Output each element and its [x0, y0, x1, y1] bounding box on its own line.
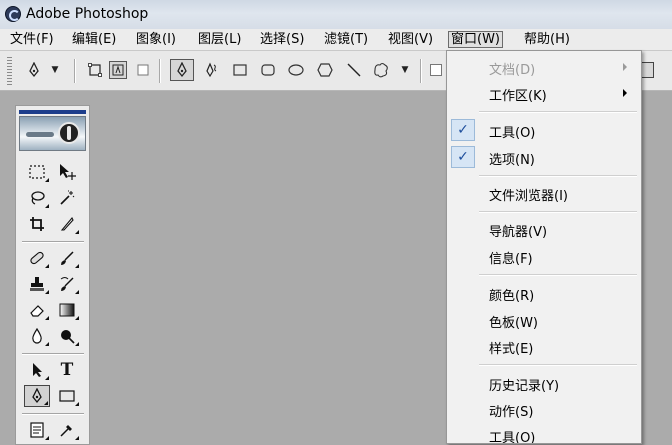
checkmark-icon: ✓ — [451, 119, 475, 141]
rectangle-tool-icon[interactable] — [54, 385, 80, 407]
blur-tool-icon[interactable] — [24, 325, 50, 347]
fill-pixels-icon[interactable] — [134, 61, 152, 79]
menu-item-tools[interactable]: ✓ 工具(O) — [447, 118, 641, 142]
menu-bar: 文件(F) 编辑(E) 图象(I) 图层(L) 选择(S) 滤镜(T) 视图(V… — [0, 29, 672, 51]
options-bar-grip[interactable] — [7, 57, 12, 85]
history-brush-tool-icon[interactable] — [54, 273, 80, 295]
menu-separator — [479, 211, 637, 212]
toolbox-divider — [22, 353, 84, 354]
separator — [159, 59, 160, 83]
crop-tool-icon[interactable] — [24, 213, 50, 235]
lasso-tool-icon[interactable] — [24, 187, 50, 209]
menu-item-actions[interactable]: 动作(S) — [447, 397, 641, 421]
polygon-icon[interactable] — [316, 61, 334, 79]
menu-item-label: 工作区(K) — [489, 89, 547, 104]
toolbox-title-bar[interactable] — [19, 110, 86, 114]
menu-item-swatches[interactable]: 色板(W) — [447, 308, 641, 332]
menu-item-styles[interactable]: 样式(E) — [447, 334, 641, 358]
pen-tool-icon[interactable] — [25, 61, 43, 79]
menu-item-label: 文档(D) — [489, 63, 536, 78]
toolbox-divider — [22, 241, 84, 242]
gradient-tool-icon[interactable] — [54, 299, 80, 321]
menu-item-label: 历史记录(Y) — [489, 379, 560, 394]
menu-item-label: 文件浏览器(I) — [489, 189, 568, 204]
menu-item-label: 选项(N) — [489, 153, 535, 168]
menu-filter[interactable]: 滤镜(T) — [322, 31, 370, 48]
menu-item-label: 色板(W) — [489, 316, 538, 331]
menu-item-label: 导航器(V) — [489, 225, 548, 240]
marquee-tool-icon[interactable] — [24, 161, 50, 183]
menu-item-label: 样式(E) — [489, 342, 534, 357]
menu-item-info[interactable]: 信息(F) — [447, 244, 641, 268]
menu-item-workspace[interactable]: 工作区(K) — [447, 81, 641, 105]
menu-layer[interactable]: 图层(L) — [196, 31, 243, 48]
menu-view[interactable]: 视图(V) — [386, 31, 435, 48]
menu-item-color[interactable]: 颜色(R) — [447, 281, 641, 305]
photoshop-logo-icon — [5, 6, 21, 22]
eraser-tool-icon[interactable] — [24, 299, 50, 321]
healing-brush-tool-icon[interactable] — [24, 247, 50, 269]
menu-separator — [479, 274, 637, 275]
move-tool-icon[interactable] — [54, 161, 80, 183]
rectangle-icon[interactable] — [231, 61, 249, 79]
submenu-arrow-icon — [623, 63, 627, 71]
rounded-rectangle-icon[interactable] — [259, 61, 277, 79]
feather-icon — [26, 132, 54, 137]
type-tool-icon[interactable]: T — [54, 359, 80, 381]
toolbox-divider — [22, 413, 84, 414]
path-selection-tool-icon[interactable] — [24, 359, 50, 381]
menu-item-document: 文档(D) — [447, 55, 641, 79]
menu-item-history[interactable]: 历史记录(Y) — [447, 371, 641, 395]
palette-well-icon[interactable] — [640, 62, 654, 78]
menu-file[interactable]: 文件(F) — [8, 31, 56, 48]
magic-wand-tool-icon[interactable] — [54, 187, 80, 209]
menu-item-label: 动作(S) — [489, 405, 534, 420]
title-bar: Adobe Photoshop — [0, 0, 672, 29]
adobe-eye-icon — [58, 122, 80, 144]
toolbox-panel: T — [15, 105, 90, 445]
custom-shape-dropdown-icon[interactable]: ▼ — [400, 61, 410, 79]
separator — [420, 59, 421, 83]
option-checkbox-icon[interactable] — [427, 61, 445, 79]
window-menu-dropdown: 文档(D) 工作区(K) ✓ 工具(O) ✓ 选项(N) 文件浏览器(I) 导航… — [446, 50, 642, 444]
line-icon[interactable] — [345, 61, 363, 79]
window-title: Adobe Photoshop — [26, 6, 149, 22]
clone-stamp-tool-icon[interactable] — [24, 273, 50, 295]
ellipse-icon[interactable] — [287, 61, 305, 79]
freeform-pen-icon[interactable] — [203, 61, 221, 79]
notes-tool-icon[interactable] — [24, 419, 50, 441]
menu-item-tool-presets[interactable]: 工具(O) — [447, 423, 641, 444]
brush-tool-icon[interactable] — [54, 247, 80, 269]
menu-window[interactable]: 窗口(W) — [448, 31, 503, 48]
menu-help[interactable]: 帮助(H) — [522, 31, 572, 48]
menu-item-options[interactable]: ✓ 选项(N) — [447, 145, 641, 169]
menu-item-navigator[interactable]: 导航器(V) — [447, 217, 641, 241]
tool-preset-dropdown-icon[interactable]: ▼ — [50, 61, 60, 79]
pen-tool-icon[interactable] — [24, 385, 50, 407]
paths-icon[interactable] — [109, 61, 127, 79]
pen-icon[interactable] — [170, 59, 194, 81]
checkmark-icon: ✓ — [451, 146, 475, 168]
shape-layers-icon[interactable] — [86, 61, 104, 79]
dodge-tool-icon[interactable] — [54, 325, 80, 347]
menu-separator — [479, 175, 637, 176]
eyedropper-tool-icon[interactable] — [54, 419, 80, 441]
slice-tool-icon[interactable] — [54, 213, 80, 235]
menu-edit[interactable]: 编辑(E) — [70, 31, 118, 48]
menu-item-label: 工具(O) — [489, 126, 536, 141]
separator — [74, 59, 75, 83]
menu-item-file-browser[interactable]: 文件浏览器(I) — [447, 181, 641, 205]
submenu-arrow-icon — [623, 89, 627, 97]
menu-separator — [479, 364, 637, 365]
menu-image[interactable]: 图象(I) — [134, 31, 178, 48]
menu-item-label: 工具(O) — [489, 431, 536, 444]
menu-separator — [479, 111, 637, 112]
custom-shape-icon[interactable] — [372, 61, 390, 79]
menu-select[interactable]: 选择(S) — [258, 31, 306, 48]
menu-item-label: 颜色(R) — [489, 289, 535, 304]
menu-item-label: 信息(F) — [489, 252, 533, 267]
adobe-online-banner[interactable] — [19, 116, 86, 151]
